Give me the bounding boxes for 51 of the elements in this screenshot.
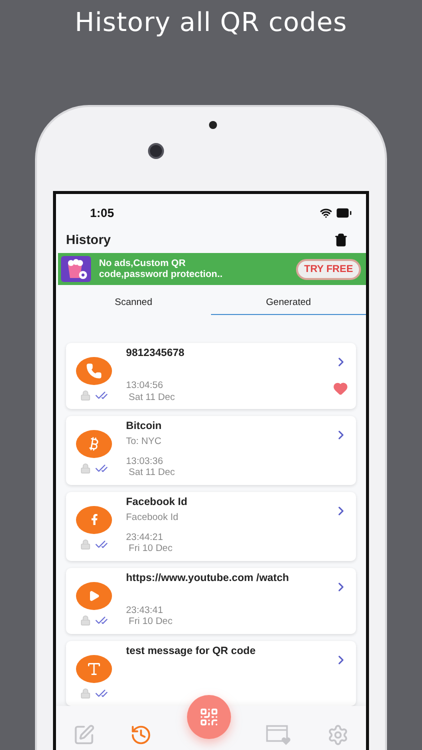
wifi-icon [320,207,332,219]
item-date: Sat 11 Dec [128,392,176,403]
camera-lens [148,143,164,159]
qr-code-icon [198,706,219,727]
history-card[interactable]: https://www.youtube.com /watch 23:43:41 Fri 10 Dec [66,568,356,634]
item-time: 13:04:56 [126,380,164,392]
double-check-icon [95,538,108,551]
facebook-icon [88,514,100,526]
item-title: test message for QR code [126,644,257,658]
double-check-icon [95,614,108,627]
text-icon [86,660,102,677]
tab[interactable]: Scanned [56,293,211,315]
promo-banner[interactable]: No ads,Custom QR code,password protection.. TRY FREE [58,253,366,285]
double-check-icon [95,462,108,475]
play-icon [88,590,100,602]
tab[interactable]: Generated [211,293,366,315]
item-title: https://www.youtube.com /watch [126,572,290,585]
page-title: History [66,232,111,247]
double-check-icon [95,389,108,402]
trash-icon[interactable] [334,232,348,246]
lock-icon [80,538,91,550]
item-time: 23:44:21 [126,532,164,544]
item-date: Fri 10 Dec [128,543,174,555]
item-date: Sat 11 Dec [128,467,176,479]
item-title: Bitcoin [126,420,163,434]
item-subtitle: Facebook Id [126,512,180,523]
banner-text: No ads,Custom QR code,password protection.. [99,258,224,280]
card-heart-icon [266,724,292,746]
item-time: 23:43:41 [126,604,164,616]
double-check-icon [95,686,108,700]
history-tab-button[interactable] [130,724,152,746]
try-free-button[interactable]: TRY FREE [296,258,361,280]
item-time: 13:03:36 [126,456,164,468]
history-card[interactable]: Facebook Id Facebook Id 23:44:21 Fri 10 Dec [66,492,356,561]
history-card[interactable]: 9812345678 13:04:56 Sat 11 Dec [66,343,356,409]
history-card[interactable]: Bitcoin To: NYC 13:03:36 Sat 11 Dec [66,416,356,485]
status-time: 1:05 [90,206,114,220]
lock-icon [80,390,91,401]
phone-icon [86,363,102,379]
speaker-dot [209,121,217,129]
headline: History all QR codes [74,8,348,38]
lock-icon [80,462,91,474]
heart-icon[interactable] [333,381,348,396]
item-title: Facebook Id [126,496,188,509]
history-card[interactable]: test message for QR code [66,640,356,706]
lock-icon [80,614,91,626]
lock-icon [80,688,91,699]
item-date: Fri 10 Dec [128,616,174,628]
item-subtitle: To: NYC [126,436,162,448]
gift-icon [61,256,91,282]
item-title: 9812345678 [126,347,186,360]
